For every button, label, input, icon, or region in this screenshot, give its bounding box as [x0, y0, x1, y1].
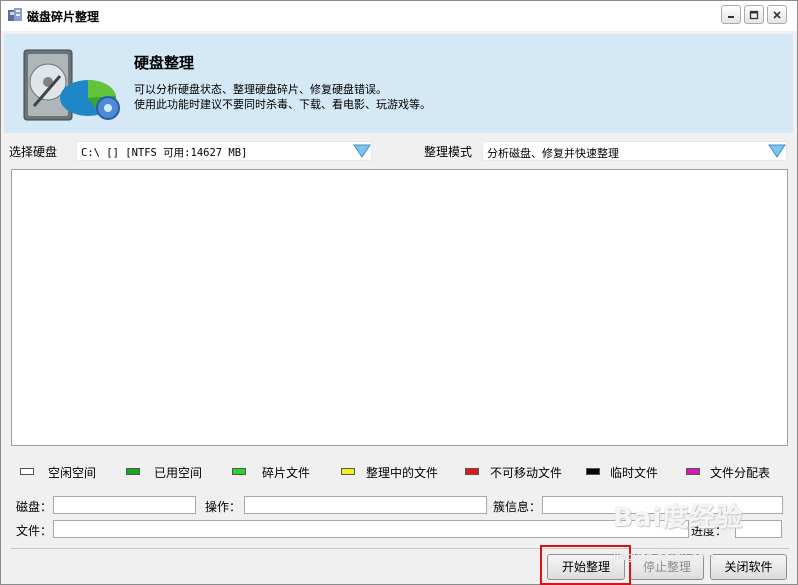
maximize-button[interactable]: [744, 5, 764, 24]
legend-label: 文件分配表: [710, 466, 771, 480]
minimize-icon: [728, 15, 734, 18]
header-desc-line2: 使用此功能时建议不要同时杀毒、下载、看电影、玩游戏等。: [134, 98, 431, 111]
mode-select-label: 整理模式: [424, 145, 473, 159]
disk-info-label: 磁盘：: [16, 500, 53, 514]
file-label: 文件：: [16, 524, 53, 538]
close-app-button[interactable]: 关闭软件: [710, 554, 787, 580]
maximize-icon: [749, 10, 759, 19]
legend-label: 碎片文件: [262, 466, 311, 480]
cluster-info-label: 簇信息：: [493, 500, 542, 514]
swatch-defragging: [341, 468, 355, 475]
mode-select-value: 分析磁盘、修复并快速整理: [487, 147, 619, 160]
swatch-used: [126, 468, 140, 475]
swatch-fragment: [232, 468, 246, 475]
disk-select[interactable]: C:\ [] [NTFS 可用:14627 MB]: [76, 141, 372, 161]
swatch-free: [20, 468, 34, 475]
title-bar: 磁盘碎片整理: [1, 1, 797, 31]
app-icon: [8, 8, 22, 21]
legend-label: 整理中的文件: [366, 466, 439, 480]
disk-info-field: [53, 496, 196, 514]
file-field: [53, 520, 689, 538]
legend-label: 临时文件: [610, 466, 659, 480]
legend-label: 空闲空间: [48, 466, 97, 480]
legend-label: 已用空间: [154, 466, 203, 480]
swatch-fat: [686, 468, 700, 475]
header-description: 可以分析硬盘状态、整理硬盘碎片、修复硬盘错误。 使用此功能时建议不要同时杀毒、下…: [134, 82, 431, 112]
baidu-watermark: Bai度经验: [613, 503, 744, 533]
disk-map-area: [11, 169, 788, 446]
disk-select-label: 选择硬盘: [9, 145, 58, 159]
defrag-window: 磁盘碎片整理 硬盘整理 可以分析硬盘状态、整理硬盘碎片、修复硬盘错误。 使用此功: [0, 0, 798, 585]
dropdown-arrow-icon[interactable]: [353, 143, 371, 159]
disk-select-value: C:\ [] [NTFS 可用:14627 MB]: [81, 147, 248, 159]
close-icon: [773, 10, 781, 19]
mode-select[interactable]: 分析磁盘、修复并快速整理: [482, 141, 787, 161]
dropdown-arrow-icon[interactable]: [768, 143, 786, 159]
divider: [11, 548, 789, 549]
window-title: 磁盘碎片整理: [27, 10, 100, 24]
minimize-button[interactable]: [721, 5, 741, 24]
baidu-watermark-url: jingyan.baidu.com: [613, 550, 715, 563]
operation-field: [244, 496, 487, 514]
legend-label: 不可移动文件: [490, 466, 563, 480]
header-title: 硬盘整理: [134, 54, 195, 72]
header-desc-line1: 可以分析硬盘状态、整理硬盘碎片、修复硬盘错误。: [134, 83, 387, 96]
disk-defrag-logo-icon: [23, 49, 120, 121]
operation-label: 操作：: [205, 500, 242, 514]
close-window-button[interactable]: [767, 5, 787, 24]
header-banner: 硬盘整理 可以分析硬盘状态、整理硬盘碎片、修复硬盘错误。 使用此功能时建议不要同…: [4, 34, 793, 133]
swatch-unmovable: [465, 468, 479, 475]
swatch-temp: [586, 468, 600, 475]
